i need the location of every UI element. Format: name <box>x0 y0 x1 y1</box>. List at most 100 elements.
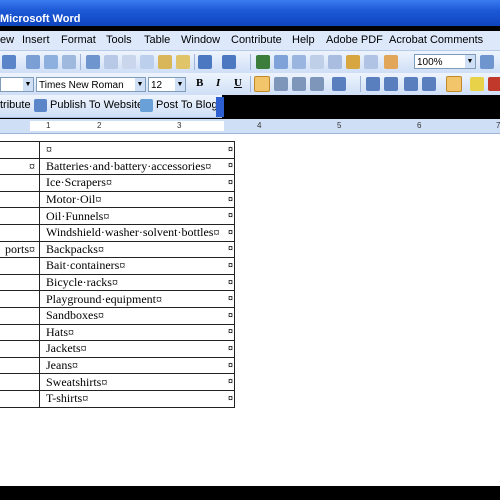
table-cell-item[interactable]: Bicycle·racks¤ <box>39 273 235 292</box>
bullets-icon[interactable] <box>384 77 398 91</box>
align-center-icon[interactable] <box>274 77 288 91</box>
table-cell-category[interactable]: ¤ <box>0 157 40 176</box>
table-row[interactable]: T-shirts¤ <box>0 389 235 408</box>
table-cell-item[interactable]: Ice·Scrapers¤ <box>39 174 235 192</box>
table-row[interactable]: Bait·containers¤ <box>0 257 235 275</box>
document-table[interactable]: ¤ ¤ Batteries·and·battery·accessories¤ Ic… <box>0 141 235 408</box>
table-cell-item[interactable]: Jeans¤ <box>39 356 235 375</box>
table-row[interactable]: ¤ <box>0 141 235 159</box>
menu-window[interactable]: Window <box>181 34 220 46</box>
table-row[interactable]: Windshield·washer·solvent·bottles¤ <box>0 223 235 242</box>
table-cell-category[interactable] <box>0 389 40 408</box>
print-icon[interactable] <box>44 55 58 69</box>
save-icon[interactable] <box>2 55 16 69</box>
table-cell-item[interactable]: Motor·Oil¤ <box>39 190 235 209</box>
table-cell-item[interactable]: Windshield·washer·solvent·bottles¤ <box>39 223 235 242</box>
table-cell-item[interactable]: Oil·Funnels¤ <box>39 207 235 225</box>
table-row[interactable]: Ice·Scrapers¤ <box>0 174 235 192</box>
table-row[interactable]: Bicycle·racks¤ <box>0 273 235 292</box>
table-cell-item[interactable]: Bait·containers¤ <box>39 257 235 275</box>
table-cell-item[interactable]: Sweatshirts¤ <box>39 373 235 391</box>
menu-help[interactable]: Help <box>292 34 315 46</box>
table-cell-category[interactable] <box>0 373 40 391</box>
bold-button[interactable]: B <box>196 77 203 89</box>
menu-tools[interactable]: Tools <box>106 34 132 46</box>
table-cell-category[interactable] <box>0 273 40 292</box>
print-preview-icon[interactable] <box>62 55 76 69</box>
table-cell-category[interactable] <box>0 340 40 358</box>
menu-contribute[interactable]: Contribute <box>231 34 282 46</box>
table-cell-category[interactable] <box>0 306 40 325</box>
decrease-indent-icon[interactable] <box>404 77 418 91</box>
table-cell-category[interactable] <box>0 257 40 275</box>
align-right-icon[interactable] <box>292 77 306 91</box>
font-color-icon[interactable] <box>488 77 500 91</box>
menu-table[interactable]: Table <box>144 34 170 46</box>
spelling-icon[interactable] <box>86 55 100 69</box>
chevron-down-icon[interactable]: ▼ <box>175 78 185 91</box>
menu-format[interactable]: Format <box>61 34 96 46</box>
increase-indent-icon[interactable] <box>422 77 436 91</box>
insert-excel-icon[interactable] <box>310 55 324 69</box>
menu-adobe-pdf[interactable]: Adobe PDF <box>326 34 383 46</box>
copy-icon[interactable] <box>140 55 154 69</box>
menu-insert[interactable]: Insert <box>22 34 50 46</box>
align-left-icon[interactable] <box>254 76 270 92</box>
table-row[interactable]: ports¤ Backpacks¤ <box>0 240 235 259</box>
permission-icon[interactable] <box>26 55 40 69</box>
table-cell-item[interactable]: Playground·equipment¤ <box>39 290 235 308</box>
font-name-select[interactable]: Times New Roman ▼ <box>36 77 146 92</box>
justify-icon[interactable] <box>310 77 324 91</box>
cut-icon[interactable] <box>122 55 136 69</box>
table-row[interactable]: Playground·equipment¤ <box>0 290 235 308</box>
contribute-button[interactable]: tribute <box>0 99 31 111</box>
table-cell-item[interactable]: Batteries·and·battery·accessories¤ <box>39 157 235 176</box>
format-painter-icon[interactable] <box>176 55 190 69</box>
italic-button[interactable]: I <box>216 77 220 89</box>
table-cell-item[interactable]: Sandboxes¤ <box>39 306 235 325</box>
table-cell-category[interactable] <box>0 290 40 308</box>
style-select[interactable]: ▼ <box>0 77 34 92</box>
numbering-icon[interactable] <box>366 77 380 91</box>
table-cell-category[interactable] <box>0 207 40 225</box>
menu-view[interactable]: ew <box>0 34 14 46</box>
chevron-down-icon[interactable]: ▼ <box>135 78 145 91</box>
table-cell-item[interactable]: Backpacks¤ <box>39 240 235 259</box>
highlight-icon[interactable] <box>470 77 484 91</box>
paste-icon[interactable] <box>158 55 172 69</box>
insert-table-icon[interactable] <box>292 55 306 69</box>
font-size-select[interactable]: 12 ▼ <box>148 77 186 92</box>
help-icon[interactable] <box>480 55 494 69</box>
table-cell-category[interactable] <box>0 356 40 375</box>
table-row[interactable]: Motor·Oil¤ <box>0 190 235 209</box>
table-row[interactable]: Sweatshirts¤ <box>0 373 235 391</box>
table-row[interactable]: Oil·Funnels¤ <box>0 207 235 225</box>
table-row[interactable]: ¤ Batteries·and·battery·accessories¤ <box>0 157 235 176</box>
undo-icon[interactable] <box>198 55 212 69</box>
table-cell-category[interactable] <box>0 323 40 342</box>
columns-icon[interactable] <box>328 55 342 69</box>
drawing-icon[interactable] <box>346 55 360 69</box>
line-spacing-icon[interactable] <box>332 77 346 91</box>
table-row[interactable]: Jeans¤ <box>0 356 235 375</box>
table-cell-item[interactable]: Jackets¤ <box>39 340 235 358</box>
table-row[interactable]: Hats¤ <box>0 323 235 342</box>
redo-icon[interactable] <box>222 55 236 69</box>
underline-button[interactable]: U <box>234 77 242 89</box>
table-cell-category[interactable] <box>0 223 40 242</box>
post-to-blog-button[interactable]: Post To Blog <box>156 99 218 111</box>
border-icon[interactable] <box>446 76 462 92</box>
table-cell-item[interactable]: Hats¤ <box>39 323 235 342</box>
chevron-down-icon[interactable]: ▼ <box>23 78 33 91</box>
table-cell-item[interactable]: T-shirts¤ <box>39 389 235 408</box>
research-icon[interactable] <box>104 55 118 69</box>
table-cell-category[interactable] <box>0 174 40 192</box>
table-row[interactable]: Jackets¤ <box>0 340 235 358</box>
menu-acrobat-comments[interactable]: Acrobat Comments <box>389 34 483 46</box>
publish-to-website-button[interactable]: Publish To Website <box>50 99 143 111</box>
table-cell-category[interactable] <box>0 141 40 159</box>
table-cell-category[interactable]: ports¤ <box>0 240 40 259</box>
table-cell-category[interactable] <box>0 190 40 209</box>
toolbar-options-chevron-icon[interactable] <box>216 97 224 117</box>
tables-borders-icon[interactable] <box>274 55 288 69</box>
